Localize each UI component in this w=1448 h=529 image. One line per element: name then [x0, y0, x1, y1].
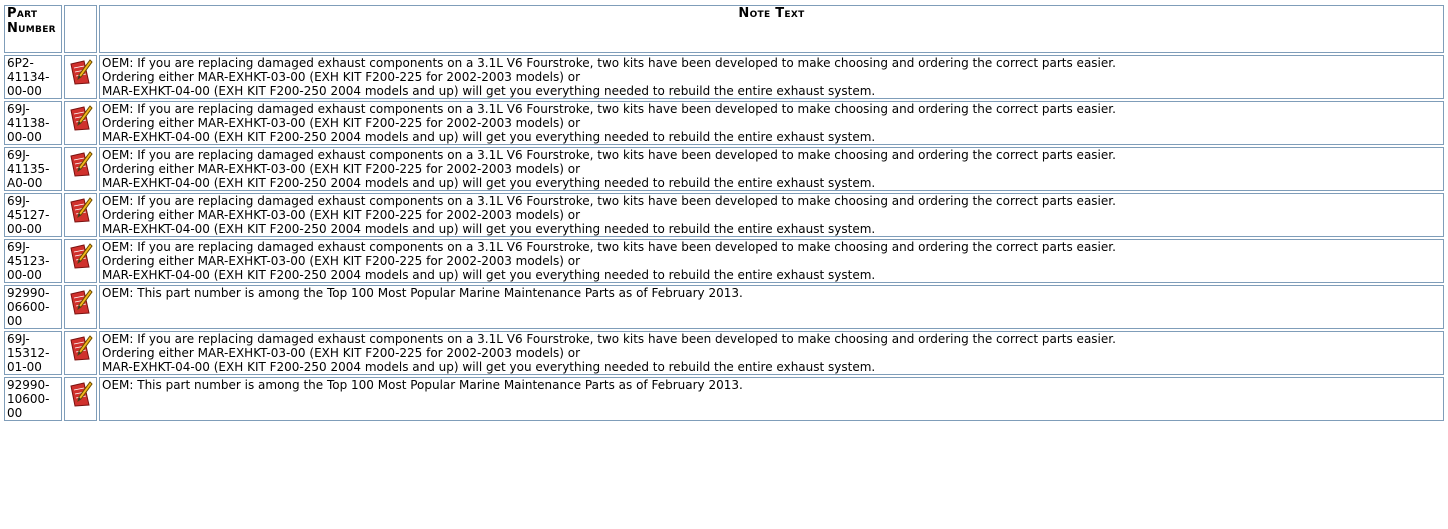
note-pencil-icon [64, 285, 97, 329]
note-pencil-icon [64, 193, 97, 237]
note-text-cell: OEM: If you are replacing damaged exhaus… [99, 101, 1444, 145]
table-header-row: Part Number Note Text [4, 5, 1444, 53]
note-text-cell: OEM: If you are replacing damaged exhaus… [99, 331, 1444, 375]
part-number-header: Part Number [4, 5, 62, 53]
note-pencil-icon [64, 55, 97, 99]
table-row: 6P2- 41134- 00-00 OEM: If you are replac… [4, 55, 1444, 99]
part-number-cell: 69J- 15312- 01-00 [4, 331, 62, 375]
table-row: 69J- 15312- 01-00 OEM: If you are replac… [4, 331, 1444, 375]
note-pencil-icon [64, 101, 97, 145]
table-row: 92990- 10600-00 OEM: This part number is… [4, 377, 1444, 421]
note-text-cell: OEM: If you are replacing damaged exhaus… [99, 147, 1444, 191]
note-pencil-icon [64, 331, 97, 375]
note-text-cell: OEM: If you are replacing damaged exhaus… [99, 55, 1444, 99]
note-pencil-icon [64, 377, 97, 421]
note-text-cell: OEM: If you are replacing damaged exhaus… [99, 239, 1444, 283]
part-number-cell: 69J- 45123- 00-00 [4, 239, 62, 283]
icon-header [64, 5, 97, 53]
part-number-cell: 69J- 41138- 00-00 [4, 101, 62, 145]
note-text-cell: OEM: If you are replacing damaged exhaus… [99, 193, 1444, 237]
note-pencil-icon [64, 147, 97, 191]
table-row: 69J- 41138- 00-00 OEM: If you are replac… [4, 101, 1444, 145]
note-pencil-icon [64, 239, 97, 283]
table-row: 69J- 45127- 00-00 OEM: If you are replac… [4, 193, 1444, 237]
note-text-cell: OEM: This part number is among the Top 1… [99, 377, 1444, 421]
part-number-cell: 92990- 10600-00 [4, 377, 62, 421]
table-row: 69J- 45123- 00-00 OEM: If you are replac… [4, 239, 1444, 283]
part-notes-table: Part Number Note Text 6P2- 41134- 00-00 … [2, 3, 1446, 423]
part-number-cell: 69J- 41135- A0-00 [4, 147, 62, 191]
part-number-cell: 6P2- 41134- 00-00 [4, 55, 62, 99]
table-row: 92990- 06600-00 OEM: This part number is… [4, 285, 1444, 329]
part-number-cell: 69J- 45127- 00-00 [4, 193, 62, 237]
table-row: 69J- 41135- A0-00 OEM: If you are replac… [4, 147, 1444, 191]
part-number-cell: 92990- 06600-00 [4, 285, 62, 329]
note-text-cell: OEM: This part number is among the Top 1… [99, 285, 1444, 329]
note-text-header: Note Text [99, 5, 1444, 53]
